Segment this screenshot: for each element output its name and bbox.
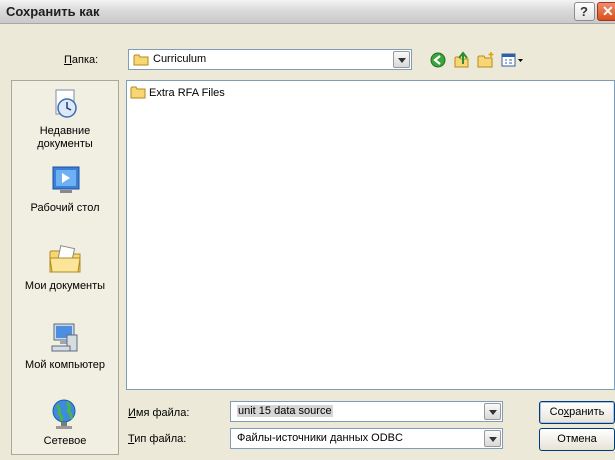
close-button[interactable]: ✕ [597,2,615,21]
folder-icon [133,54,149,66]
folder-icon [130,86,146,99]
filetype-dropdown[interactable]: Файлы-источники данных ODBC [230,428,503,449]
new-folder-icon[interactable] [476,50,496,70]
recent-documents-icon [55,89,77,118]
lookin-label: Папка: [64,54,99,66]
back-icon[interactable] [428,50,448,70]
filename-value: unit 15 data source [237,405,333,417]
filename-dropdown-arrow-icon[interactable] [484,403,501,420]
lookin-dropdown[interactable]: Curriculum [128,49,412,70]
save-button[interactable]: Сохранить [539,401,615,424]
file-name: Extra RFA Files [149,87,225,99]
file-list[interactable]: Extra RFA Files [126,80,615,390]
save-as-dialog: Сохранить как ? ✕ Папка: Curriculum Неда… [0,0,615,460]
lookin-dropdown-arrow-icon[interactable] [393,51,410,68]
network-icon [52,399,76,429]
place-my-documents[interactable]: Мои документы [12,242,118,293]
filetype-value: Файлы-источники данных ODBC [237,432,403,444]
window-title: Сохранить как [6,4,100,19]
desktop-icon [52,166,80,193]
filename-input[interactable]: unit 15 data source [230,401,503,422]
place-recent-documents[interactable]: Недавние документы [12,87,118,151]
filename-label: Имя файла: [128,407,190,419]
filetype-dropdown-arrow-icon[interactable] [484,430,501,447]
my-documents-icon [49,245,81,273]
close-icon: ✕ [602,3,614,19]
views-menu-icon[interactable] [500,50,526,70]
place-desktop[interactable]: Рабочий стол [12,164,118,215]
up-folder-icon[interactable] [452,50,472,70]
help-button[interactable]: ? [574,2,595,21]
help-icon: ? [580,4,588,19]
place-network[interactable]: Сетевое [12,397,118,448]
lookin-value: Curriculum [153,53,207,65]
title-bar[interactable]: Сохранить как ? ✕ [0,0,615,24]
cancel-button[interactable]: Отмена [539,428,615,451]
place-my-computer[interactable]: Мой компьютер [12,321,118,372]
places-bar: Недавние документы Рабочий стол Мои доку… [11,80,119,455]
filetype-label: Тип файла: [128,433,187,445]
my-computer-icon [51,323,78,352]
